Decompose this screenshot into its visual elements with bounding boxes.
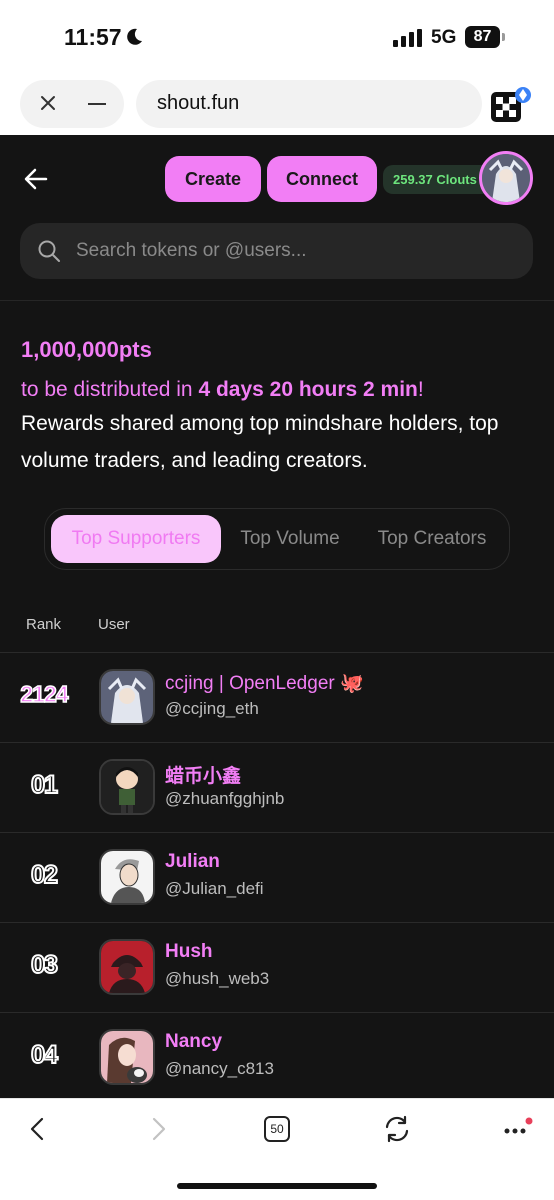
tabs-count-button[interactable]: 50 <box>264 1116 290 1142</box>
user-name: Nancy <box>165 1031 223 1052</box>
browser-toolbar: 50 <box>0 1098 554 1200</box>
address-bar[interactable]: shout.fun <box>136 80 482 128</box>
connect-button[interactable]: Connect <box>267 156 377 202</box>
countdown-time: 4 days 20 hours 2 min <box>198 378 418 401</box>
search-input[interactable] <box>76 223 516 279</box>
status-bar: 11:57 5G 87 <box>0 0 554 72</box>
tab-top-volume[interactable]: Top Volume <box>225 515 355 563</box>
user-handle: @ccjing_eth <box>165 699 259 718</box>
table-row[interactable]: 02 Julian @Julian_defi <box>0 832 554 922</box>
moon-icon <box>127 28 142 45</box>
home-indicator <box>177 1183 377 1189</box>
table-row-self[interactable]: 2124 ccjing | OpenLedger 🐙 @ccjing_eth <box>0 652 554 742</box>
search-icon <box>38 240 60 262</box>
minimize-icon[interactable] <box>88 103 106 105</box>
browser-controls <box>20 80 124 128</box>
column-header-user: User <box>98 616 130 633</box>
divider <box>0 300 554 301</box>
avatar <box>99 939 155 995</box>
profile-avatar[interactable] <box>479 151 533 205</box>
distribution-countdown: to be distributed in 4 days 20 hours 2 m… <box>21 378 424 401</box>
network-type: 5G <box>431 27 457 48</box>
table-row[interactable]: 01 蜡币小鑫 @zhuanfgghjnb <box>0 742 554 832</box>
avatar <box>99 1029 155 1085</box>
back-arrow-icon[interactable] <box>22 165 50 193</box>
points-total: 1,000,000pts <box>21 337 152 362</box>
rank-number: 02 <box>30 860 59 890</box>
rewards-description: Rewards shared among top mindshare holde… <box>21 412 499 472</box>
app-content: Create Connect 259.37 Clouts 1,000,000pt… <box>0 135 554 1098</box>
battery-icon: 87 <box>465 26 505 48</box>
profile-avatar-image <box>482 154 530 202</box>
column-header-rank: Rank <box>26 616 62 633</box>
reload-icon[interactable] <box>383 1115 411 1143</box>
avatar <box>99 849 155 905</box>
user-name: Julian <box>165 851 220 872</box>
user-handle: @Julian_defi <box>165 879 264 898</box>
signal-icon <box>393 29 422 47</box>
create-button[interactable]: Create <box>165 156 261 202</box>
battery-level: 87 <box>465 26 500 48</box>
user-name: ccjing | OpenLedger 🐙 <box>165 673 364 694</box>
rank-number: 04 <box>30 1040 59 1070</box>
rank-number: 2124 <box>20 680 70 708</box>
search-box[interactable] <box>20 223 533 279</box>
back-icon[interactable] <box>28 1117 48 1141</box>
leaderboard-tabs: Top Supporters Top Volume Top Creators <box>44 508 510 570</box>
extension-icon[interactable] <box>491 86 531 124</box>
avatar <box>99 759 155 815</box>
close-icon[interactable] <box>38 93 58 113</box>
avatar <box>99 669 155 725</box>
status-time: 11:57 <box>64 24 122 50</box>
user-name: 蜡币小鑫 <box>165 766 242 787</box>
user-handle: @hush_web3 <box>165 969 270 988</box>
table-row[interactable]: 03 Hush @hush_web3 <box>0 922 554 1012</box>
url-text: shout.fun <box>157 92 240 114</box>
user-handle: @zhuanfgghjnb <box>165 789 285 808</box>
rank-number: 03 <box>30 950 59 980</box>
clouts-balance-badge: 259.37 Clouts <box>383 165 491 194</box>
user-name: Hush <box>165 941 213 962</box>
forward-icon[interactable] <box>148 1117 168 1141</box>
tab-top-supporters[interactable]: Top Supporters <box>51 515 221 563</box>
rank-number: 01 <box>30 770 59 800</box>
browser-bar: shout.fun <box>0 72 554 135</box>
tab-top-creators[interactable]: Top Creators <box>359 515 505 563</box>
table-row[interactable]: 04 Nancy @nancy_c813 <box>0 1012 554 1098</box>
more-options-icon[interactable] <box>502 1117 534 1141</box>
user-handle: @nancy_c813 <box>165 1059 274 1078</box>
